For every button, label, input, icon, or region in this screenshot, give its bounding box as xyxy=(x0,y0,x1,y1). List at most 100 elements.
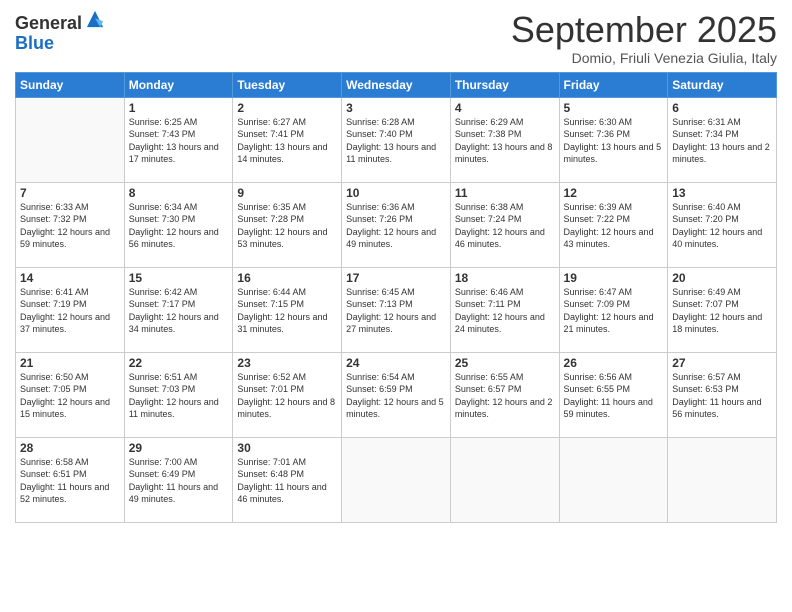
day-info: Sunrise: 6:39 AM Sunset: 7:22 PM Dayligh… xyxy=(564,201,664,251)
day-info: Sunrise: 6:25 AM Sunset: 7:43 PM Dayligh… xyxy=(129,116,229,166)
day-number: 1 xyxy=(129,101,229,115)
calendar-cell: 7Sunrise: 6:33 AM Sunset: 7:32 PM Daylig… xyxy=(16,182,125,267)
calendar-cell xyxy=(450,437,559,522)
calendar-cell xyxy=(559,437,668,522)
calendar-week-row: 1Sunrise: 6:25 AM Sunset: 7:43 PM Daylig… xyxy=(16,97,777,182)
day-info: Sunrise: 6:57 AM Sunset: 6:53 PM Dayligh… xyxy=(672,371,772,421)
calendar-header-row: Sunday Monday Tuesday Wednesday Thursday… xyxy=(16,72,777,97)
day-number: 21 xyxy=(20,356,120,370)
day-number: 18 xyxy=(455,271,555,285)
day-number: 13 xyxy=(672,186,772,200)
day-info: Sunrise: 6:50 AM Sunset: 7:05 PM Dayligh… xyxy=(20,371,120,421)
col-wednesday: Wednesday xyxy=(342,72,451,97)
day-info: Sunrise: 6:56 AM Sunset: 6:55 PM Dayligh… xyxy=(564,371,664,421)
calendar-cell xyxy=(668,437,777,522)
day-info: Sunrise: 6:51 AM Sunset: 7:03 PM Dayligh… xyxy=(129,371,229,421)
day-info: Sunrise: 6:58 AM Sunset: 6:51 PM Dayligh… xyxy=(20,456,120,506)
day-info: Sunrise: 6:31 AM Sunset: 7:34 PM Dayligh… xyxy=(672,116,772,166)
calendar-cell xyxy=(342,437,451,522)
day-number: 27 xyxy=(672,356,772,370)
day-info: Sunrise: 6:52 AM Sunset: 7:01 PM Dayligh… xyxy=(237,371,337,421)
day-info: Sunrise: 6:34 AM Sunset: 7:30 PM Dayligh… xyxy=(129,201,229,251)
page: General Blue September 2025 Domio, Friul… xyxy=(0,0,792,612)
calendar-cell: 10Sunrise: 6:36 AM Sunset: 7:26 PM Dayli… xyxy=(342,182,451,267)
day-info: Sunrise: 6:40 AM Sunset: 7:20 PM Dayligh… xyxy=(672,201,772,251)
day-info: Sunrise: 6:55 AM Sunset: 6:57 PM Dayligh… xyxy=(455,371,555,421)
calendar-table: Sunday Monday Tuesday Wednesday Thursday… xyxy=(15,72,777,523)
day-info: Sunrise: 6:41 AM Sunset: 7:19 PM Dayligh… xyxy=(20,286,120,336)
day-number: 8 xyxy=(129,186,229,200)
day-info: Sunrise: 6:47 AM Sunset: 7:09 PM Dayligh… xyxy=(564,286,664,336)
calendar-week-row: 7Sunrise: 6:33 AM Sunset: 7:32 PM Daylig… xyxy=(16,182,777,267)
calendar-cell: 18Sunrise: 6:46 AM Sunset: 7:11 PM Dayli… xyxy=(450,267,559,352)
header: General Blue September 2025 Domio, Friul… xyxy=(15,10,777,66)
calendar-cell: 21Sunrise: 6:50 AM Sunset: 7:05 PM Dayli… xyxy=(16,352,125,437)
calendar-cell: 27Sunrise: 6:57 AM Sunset: 6:53 PM Dayli… xyxy=(668,352,777,437)
day-info: Sunrise: 6:33 AM Sunset: 7:32 PM Dayligh… xyxy=(20,201,120,251)
day-number: 20 xyxy=(672,271,772,285)
day-number: 29 xyxy=(129,441,229,455)
calendar-cell: 17Sunrise: 6:45 AM Sunset: 7:13 PM Dayli… xyxy=(342,267,451,352)
calendar-cell: 8Sunrise: 6:34 AM Sunset: 7:30 PM Daylig… xyxy=(124,182,233,267)
day-number: 30 xyxy=(237,441,337,455)
day-info: Sunrise: 6:38 AM Sunset: 7:24 PM Dayligh… xyxy=(455,201,555,251)
day-info: Sunrise: 7:01 AM Sunset: 6:48 PM Dayligh… xyxy=(237,456,337,506)
day-number: 19 xyxy=(564,271,664,285)
col-saturday: Saturday xyxy=(668,72,777,97)
day-info: Sunrise: 6:35 AM Sunset: 7:28 PM Dayligh… xyxy=(237,201,337,251)
day-info: Sunrise: 6:30 AM Sunset: 7:36 PM Dayligh… xyxy=(564,116,664,166)
calendar-cell: 1Sunrise: 6:25 AM Sunset: 7:43 PM Daylig… xyxy=(124,97,233,182)
day-info: Sunrise: 6:42 AM Sunset: 7:17 PM Dayligh… xyxy=(129,286,229,336)
subtitle: Domio, Friuli Venezia Giulia, Italy xyxy=(511,50,777,66)
day-info: Sunrise: 6:28 AM Sunset: 7:40 PM Dayligh… xyxy=(346,116,446,166)
calendar-cell: 9Sunrise: 6:35 AM Sunset: 7:28 PM Daylig… xyxy=(233,182,342,267)
calendar-week-row: 28Sunrise: 6:58 AM Sunset: 6:51 PM Dayli… xyxy=(16,437,777,522)
calendar-cell xyxy=(16,97,125,182)
calendar-cell: 20Sunrise: 6:49 AM Sunset: 7:07 PM Dayli… xyxy=(668,267,777,352)
calendar-cell: 22Sunrise: 6:51 AM Sunset: 7:03 PM Dayli… xyxy=(124,352,233,437)
calendar-cell: 16Sunrise: 6:44 AM Sunset: 7:15 PM Dayli… xyxy=(233,267,342,352)
calendar-cell: 15Sunrise: 6:42 AM Sunset: 7:17 PM Dayli… xyxy=(124,267,233,352)
day-info: Sunrise: 6:46 AM Sunset: 7:11 PM Dayligh… xyxy=(455,286,555,336)
day-number: 15 xyxy=(129,271,229,285)
calendar-cell: 6Sunrise: 6:31 AM Sunset: 7:34 PM Daylig… xyxy=(668,97,777,182)
calendar-week-row: 14Sunrise: 6:41 AM Sunset: 7:19 PM Dayli… xyxy=(16,267,777,352)
calendar-cell: 25Sunrise: 6:55 AM Sunset: 6:57 PM Dayli… xyxy=(450,352,559,437)
day-info: Sunrise: 6:49 AM Sunset: 7:07 PM Dayligh… xyxy=(672,286,772,336)
logo-icon xyxy=(84,8,106,30)
day-info: Sunrise: 6:27 AM Sunset: 7:41 PM Dayligh… xyxy=(237,116,337,166)
logo-general-text: General xyxy=(15,14,82,34)
day-number: 26 xyxy=(564,356,664,370)
calendar-cell: 29Sunrise: 7:00 AM Sunset: 6:49 PM Dayli… xyxy=(124,437,233,522)
calendar-cell: 19Sunrise: 6:47 AM Sunset: 7:09 PM Dayli… xyxy=(559,267,668,352)
col-thursday: Thursday xyxy=(450,72,559,97)
day-number: 9 xyxy=(237,186,337,200)
day-number: 6 xyxy=(672,101,772,115)
day-number: 11 xyxy=(455,186,555,200)
calendar-week-row: 21Sunrise: 6:50 AM Sunset: 7:05 PM Dayli… xyxy=(16,352,777,437)
day-number: 7 xyxy=(20,186,120,200)
day-info: Sunrise: 6:54 AM Sunset: 6:59 PM Dayligh… xyxy=(346,371,446,421)
calendar-cell: 2Sunrise: 6:27 AM Sunset: 7:41 PM Daylig… xyxy=(233,97,342,182)
calendar-cell: 11Sunrise: 6:38 AM Sunset: 7:24 PM Dayli… xyxy=(450,182,559,267)
day-info: Sunrise: 6:36 AM Sunset: 7:26 PM Dayligh… xyxy=(346,201,446,251)
calendar-cell: 4Sunrise: 6:29 AM Sunset: 7:38 PM Daylig… xyxy=(450,97,559,182)
day-number: 17 xyxy=(346,271,446,285)
month-title: September 2025 xyxy=(511,10,777,50)
day-number: 4 xyxy=(455,101,555,115)
logo: General Blue xyxy=(15,14,106,54)
calendar-cell: 30Sunrise: 7:01 AM Sunset: 6:48 PM Dayli… xyxy=(233,437,342,522)
day-number: 16 xyxy=(237,271,337,285)
day-number: 25 xyxy=(455,356,555,370)
day-number: 10 xyxy=(346,186,446,200)
day-number: 14 xyxy=(20,271,120,285)
col-monday: Monday xyxy=(124,72,233,97)
day-number: 5 xyxy=(564,101,664,115)
day-info: Sunrise: 7:00 AM Sunset: 6:49 PM Dayligh… xyxy=(129,456,229,506)
day-number: 12 xyxy=(564,186,664,200)
calendar-cell: 5Sunrise: 6:30 AM Sunset: 7:36 PM Daylig… xyxy=(559,97,668,182)
day-info: Sunrise: 6:45 AM Sunset: 7:13 PM Dayligh… xyxy=(346,286,446,336)
col-tuesday: Tuesday xyxy=(233,72,342,97)
day-info: Sunrise: 6:44 AM Sunset: 7:15 PM Dayligh… xyxy=(237,286,337,336)
calendar-cell: 24Sunrise: 6:54 AM Sunset: 6:59 PM Dayli… xyxy=(342,352,451,437)
